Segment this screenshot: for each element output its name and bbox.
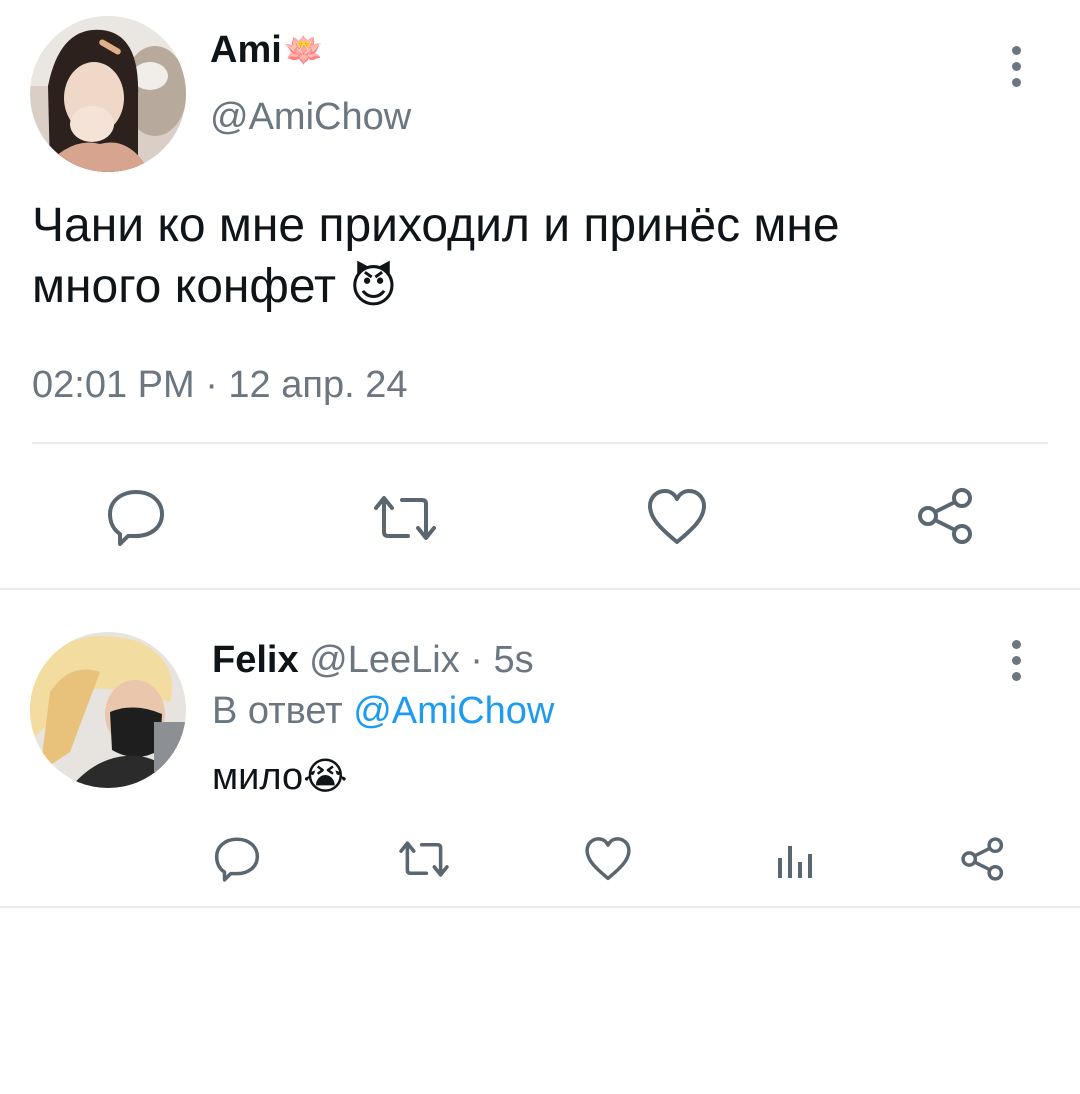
reply-like-button[interactable] [584,836,632,882]
reply-time: · 5s [459,639,534,681]
tweet-more-menu[interactable] [1006,46,1026,87]
retweet-button[interactable] [370,494,440,542]
author-handle[interactable]: @AmiChow [210,96,411,139]
tweet-text-line2-row: много конфет 😈 [32,256,1052,317]
tweet-text-line1: Чани ко мне приходил и принёс мне [32,199,840,252]
ami-avatar-image [30,16,186,172]
reply-retweet-button[interactable] [396,840,452,878]
reply-text-row: мило😭 [212,752,348,802]
reply-icon [214,837,260,882]
reply-analytics-button[interactable] [776,840,818,880]
felix-avatar-image [30,632,186,788]
felix-avatar[interactable] [30,632,186,788]
dot-icon [1011,78,1021,87]
retweet-icon [374,496,436,540]
share-icon [961,837,1004,881]
lotus-emoji: 🪷 [283,32,324,68]
reply-share-button[interactable] [960,836,1006,882]
dot-icon [1011,46,1021,55]
tweet-text-line2: много конфет [32,260,337,313]
devil-emoji: 😈 [349,260,398,312]
like-icon [648,489,706,544]
dot-icon [1011,640,1021,649]
reply-author-handle[interactable]: @LeeLix [309,639,460,681]
reply-icon [108,490,164,546]
share-icon [918,488,972,544]
replying-to-row: В ответ @AmiChow [212,688,554,734]
replying-to-label: В ответ [212,690,354,732]
dot-icon [1011,62,1021,71]
section-separator [0,588,1080,590]
bottom-separator [0,906,1080,908]
like-button[interactable] [646,488,708,546]
reply-more-menu[interactable] [1006,640,1026,681]
ami-avatar[interactable] [30,16,186,172]
crying-emoji: 😭 [303,756,348,798]
share-button[interactable] [916,486,976,546]
author-name-row: Ami 🪷 [210,28,324,72]
divider [32,442,1048,444]
tweet-text: Чани ко мне приходил и принёс мне много … [32,196,1052,317]
reply-button[interactable] [104,486,168,546]
author-name[interactable]: Ami [210,29,282,72]
reply-text: мило [212,756,304,798]
reply-reply-button[interactable] [212,834,262,882]
replying-to-link[interactable]: @AmiChow [353,690,554,732]
like-icon [585,837,631,881]
reply-header-row: Felix @LeeLix · 5s [212,638,534,682]
dot-icon [1011,656,1021,665]
reply-author-name[interactable]: Felix [212,639,299,681]
dot-icon [1011,672,1021,681]
tweet-timestamp[interactable]: 02:01 PM · 12 апр. 24 [32,364,407,407]
analytics-icon [778,846,812,878]
retweet-icon [399,841,449,877]
